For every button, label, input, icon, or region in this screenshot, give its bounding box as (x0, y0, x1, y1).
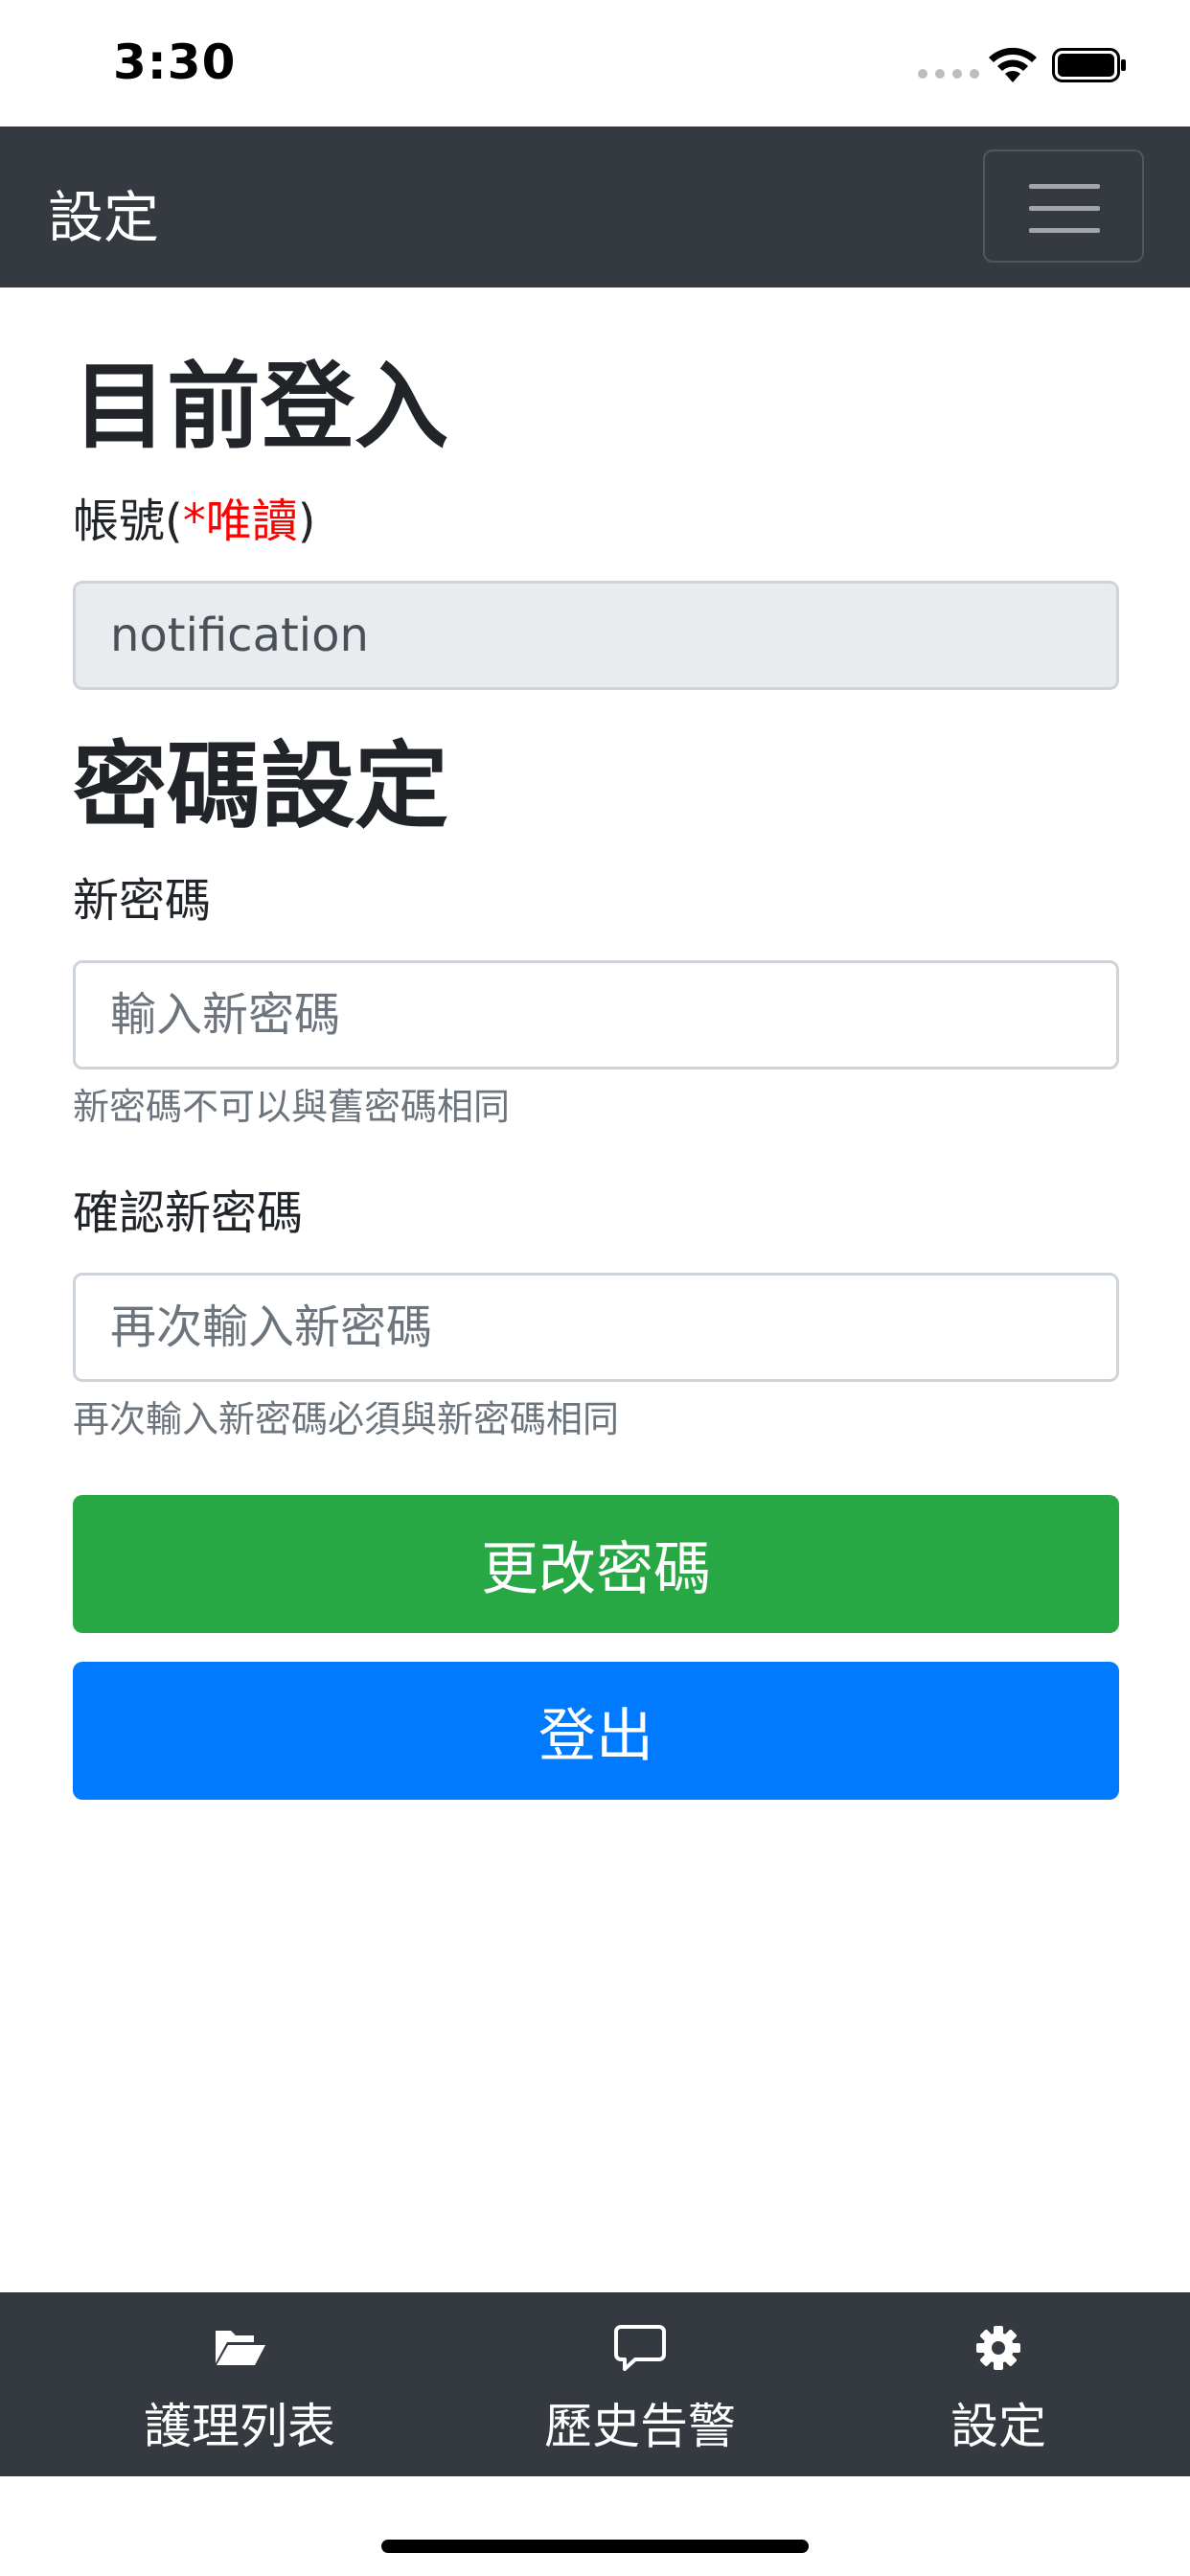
home-indicator[interactable] (381, 2540, 809, 2553)
logout-button[interactable]: 登出 (73, 1662, 1119, 1800)
tab-label: 歷史告警 (544, 2399, 736, 2454)
tab-nursing-list[interactable]: 護理列表 (125, 2292, 355, 2476)
home-area (0, 2476, 1190, 2576)
menu-toggle-button[interactable] (983, 150, 1144, 263)
account-label-text: 帳號( (73, 494, 183, 548)
tab-label: 護理列表 (144, 2399, 335, 2454)
change-password-button[interactable]: 更改密碼 (73, 1495, 1119, 1633)
wifi-icon (989, 47, 1037, 82)
account-label: 帳號(*唯讀) (73, 498, 315, 544)
readonly-note: *唯讀 (182, 494, 298, 548)
status-time: 3:30 (113, 34, 237, 90)
navbar: 設定 (0, 126, 1190, 288)
new-password-help: 新密碼不可以與舊密碼相同 (73, 1086, 511, 1128)
account-label-close: ) (297, 494, 316, 548)
folder-open-icon (216, 2331, 265, 2365)
bottom-tab-bar: 護理列表 歷史告警 設定 (0, 2292, 1190, 2476)
account-field[interactable] (73, 581, 1119, 690)
current-login-heading: 目前登入 (73, 353, 449, 462)
confirm-password-input[interactable] (73, 1273, 1119, 1382)
tab-alert-history[interactable]: 歷史告警 (525, 2292, 755, 2476)
status-bar: 3:30 (0, 0, 1190, 126)
password-settings-heading: 密碼設定 (73, 732, 449, 841)
gear-icon (976, 2326, 1020, 2370)
battery-icon (1052, 48, 1126, 82)
new-password-label: 新密碼 (73, 874, 212, 928)
chat-bubble-icon (614, 2325, 666, 2371)
tab-label: 設定 (950, 2399, 1046, 2454)
new-password-input[interactable] (73, 960, 1119, 1070)
cellular-signal-icon (918, 69, 979, 79)
tab-settings[interactable]: 設定 (922, 2292, 1075, 2476)
settings-screen: 3:30 設定 目前登入 帳號(*唯讀) 密碼設定 新密碼 新密碼不可 (0, 0, 1190, 2576)
confirm-password-help: 再次輸入新密碼必須與新密碼相同 (73, 1398, 620, 1440)
navbar-title: 設定 (48, 185, 160, 250)
confirm-password-label: 確認新密碼 (73, 1186, 304, 1240)
